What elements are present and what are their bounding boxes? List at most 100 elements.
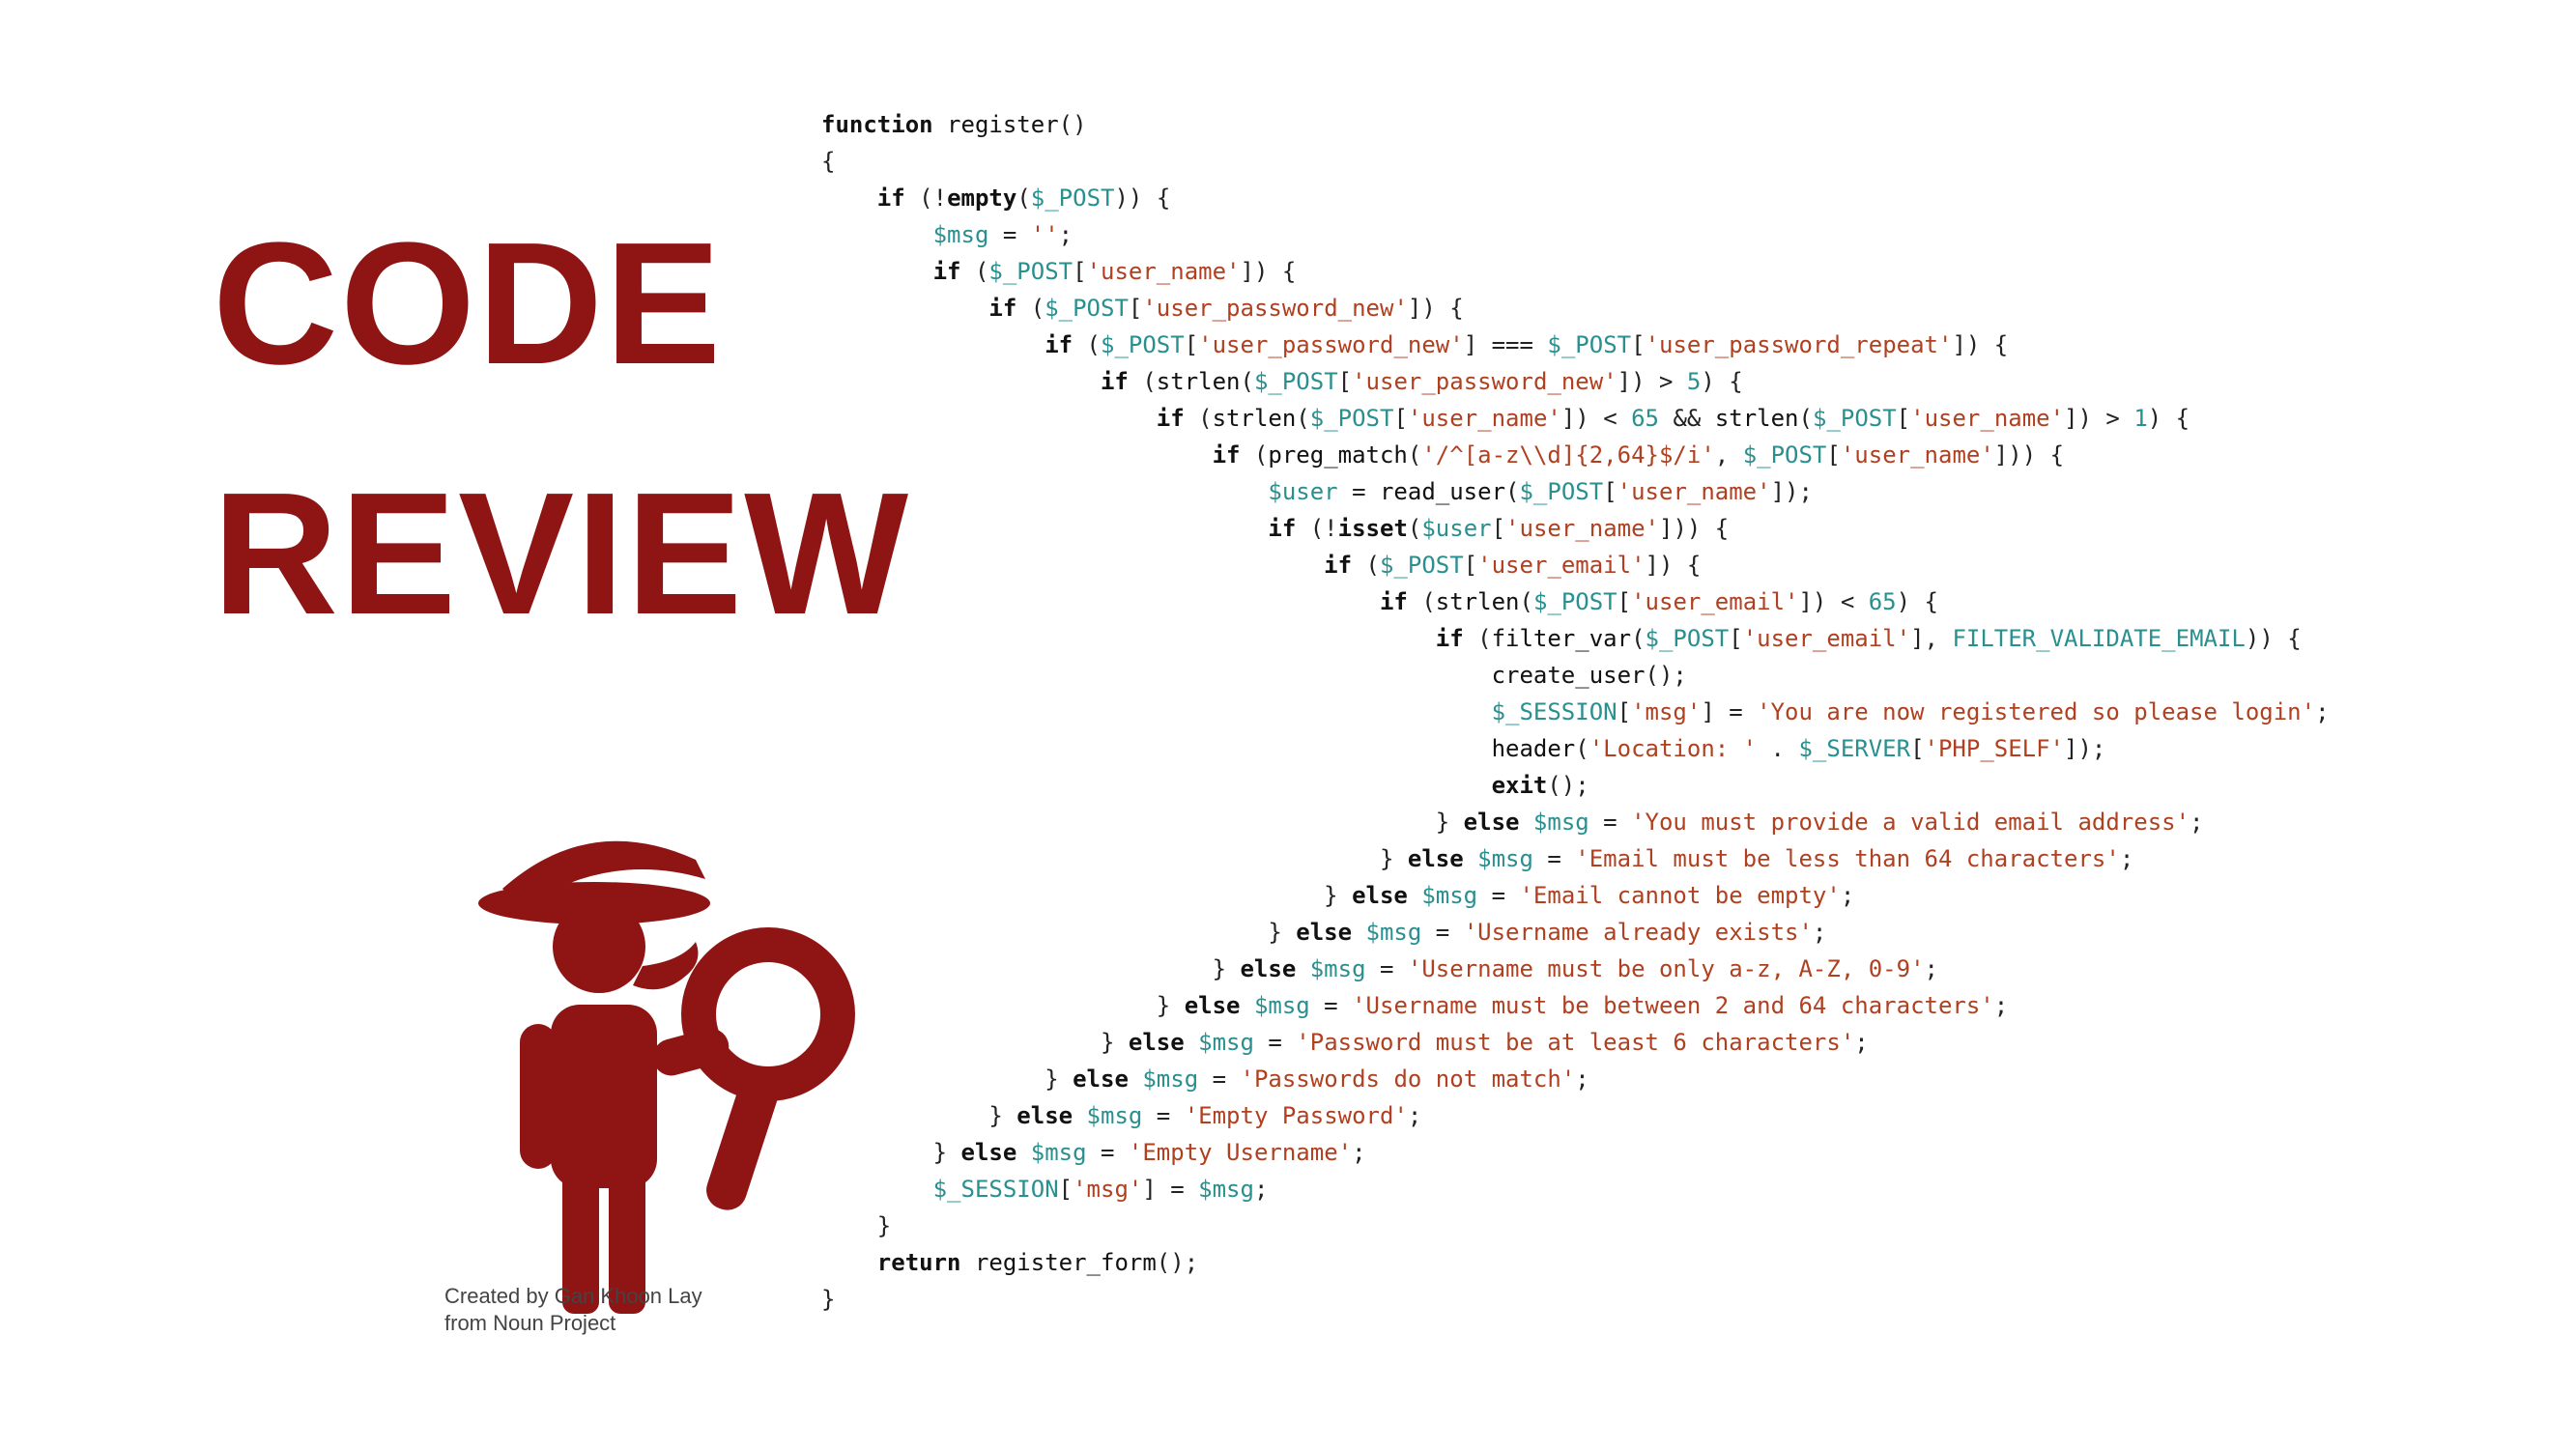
code-token: 'user_email' (1743, 625, 1910, 652)
code-line: $_SESSION['msg'] = 'You are now register… (821, 698, 2330, 725)
code-token: else (1352, 882, 1408, 909)
code-token: [ (1073, 258, 1086, 285)
code-token: $msg (1310, 955, 1366, 982)
code-token: [ (1185, 331, 1198, 358)
code-token: if (988, 295, 1016, 322)
code-token: [ (1129, 295, 1142, 322)
code-token: 'Empty Username' (1129, 1139, 1352, 1166)
code-token: ( (1631, 625, 1645, 652)
code-token: if (1436, 625, 1464, 652)
code-line: return register_form(); (821, 1249, 1198, 1276)
code-token: } (933, 1139, 961, 1166)
code-token: 'user_name' (1408, 405, 1561, 432)
code-token: exit (1492, 772, 1548, 799)
code-token: if (877, 185, 905, 212)
code-token: [ (1464, 552, 1477, 579)
code-token (1352, 919, 1365, 946)
code-token: )) { (2246, 625, 2302, 652)
code-token: if (1380, 588, 1408, 615)
code-token: )) { (1114, 185, 1170, 212)
code-token (1016, 1139, 1030, 1166)
code-token: ])) { (1994, 441, 2064, 469)
code-line: $_SESSION['msg'] = $msg; (821, 1176, 1268, 1203)
code-token: 'Location: ' (1589, 735, 1757, 762)
code-token: 'Email cannot be empty' (1519, 882, 1840, 909)
code-token (1408, 882, 1421, 909)
code-token: . (1757, 735, 1798, 762)
code-token: } (1213, 955, 1241, 982)
code-token: $_POST (1031, 185, 1115, 212)
code-token: register (947, 111, 1059, 138)
code-token: strlen (1213, 405, 1297, 432)
code-token: (! (905, 185, 947, 212)
code-token: 'Empty Password' (1185, 1102, 1408, 1129)
code-token: ( (1241, 368, 1254, 395)
code-token: 'msg' (1073, 1176, 1142, 1203)
code-token: ]) { (1241, 258, 1297, 285)
code-token: ( (1129, 368, 1157, 395)
code-line: } else $msg = 'Empty Username'; (821, 1139, 1366, 1166)
code-token: ( (1408, 588, 1436, 615)
code-token: header (1492, 735, 1576, 762)
code-token: ) { (1701, 368, 1742, 395)
code-token: [ (1826, 441, 1840, 469)
code-token: ; (1994, 992, 2008, 1019)
code-line: } else $msg = 'Username already exists'; (821, 919, 1826, 946)
title-line-2: REVIEW (213, 463, 910, 645)
code-token: 'user_name' (1505, 515, 1659, 542)
code-token: 'Passwords do not match' (1241, 1065, 1576, 1093)
code-line: function register() (821, 111, 1087, 138)
code-token: [ (1617, 698, 1631, 725)
code-token: if (933, 258, 961, 285)
code-token: ( (1408, 441, 1421, 469)
code-token: 65 (1869, 588, 1897, 615)
code-token: '/^[a-z\\d]{2,64}$/i' (1421, 441, 1714, 469)
code-token: 65 (1631, 405, 1659, 432)
code-token: $_POST (1646, 625, 1730, 652)
code-token: ; (1813, 919, 1826, 946)
code-token: create_user (1492, 662, 1646, 689)
code-line: } else $msg = 'Passwords do not match'; (821, 1065, 1589, 1093)
code-token: (); (1646, 662, 1687, 689)
code-token: isset (1338, 515, 1408, 542)
code-token: else (1464, 809, 1520, 836)
code-token: $msg (1087, 1102, 1143, 1129)
code-token: 5 (1687, 368, 1701, 395)
code-line: create_user(); (821, 662, 1687, 689)
code-line: $user = read_user($_POST['user_name']); (821, 478, 1813, 505)
code-token: $_POST (1743, 441, 1827, 469)
detective-icon (444, 821, 870, 1323)
code-token: $_POST (1813, 405, 1897, 432)
code-token: '' (1031, 221, 1059, 248)
code-token: } (1380, 845, 1408, 872)
code-token: && (1659, 405, 1715, 432)
code-token: [ (1617, 588, 1631, 615)
code-token: ] = (1701, 698, 1757, 725)
code-token: read_user (1380, 478, 1505, 505)
code-token: = (1533, 845, 1575, 872)
code-token: register_form (975, 1249, 1157, 1276)
code-token: strlen (1436, 588, 1520, 615)
code-token: $msg (1366, 919, 1422, 946)
code-token: preg_match (1268, 441, 1408, 469)
code-token: ( (1016, 185, 1030, 212)
code-token (961, 1249, 975, 1276)
code-token: else (1408, 845, 1464, 872)
code-token: ( (1464, 625, 1492, 652)
code-token: $_POST (1533, 588, 1617, 615)
code-token: } (1324, 882, 1352, 909)
code-line: } (821, 1212, 891, 1239)
code-line: } else $msg = 'Username must be only a-z… (821, 955, 1938, 982)
code-token: = (988, 221, 1030, 248)
code-token: [ (1393, 405, 1407, 432)
code-token: $msg (1533, 809, 1589, 836)
code-token: = (1254, 1029, 1296, 1056)
code-token: if (1213, 441, 1241, 469)
code-token: (); (1157, 1249, 1198, 1276)
code-line: $msg = ''; (821, 221, 1073, 248)
code-line: if ($_POST['user_password_new']) { (821, 295, 1464, 322)
code-line: } else $msg = 'Empty Password'; (821, 1102, 1421, 1129)
code-token: , (1715, 441, 1743, 469)
code-token: ])) { (1659, 515, 1729, 542)
code-line: header('Location: ' . $_SERVER['PHP_SELF… (821, 735, 2105, 762)
